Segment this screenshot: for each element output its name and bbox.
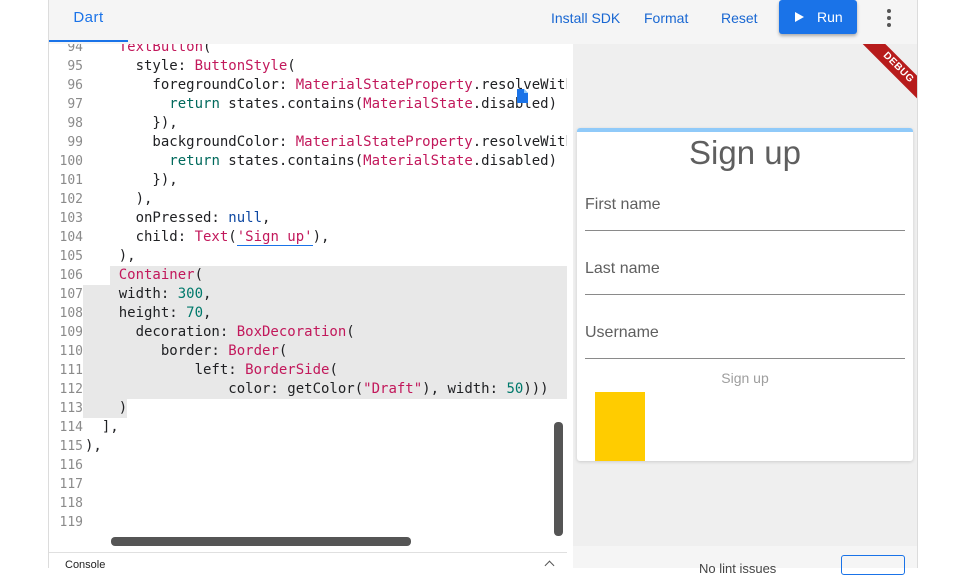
format-button[interactable]: Format bbox=[644, 8, 688, 28]
reset-button[interactable]: Reset bbox=[721, 8, 758, 28]
code-line: ), bbox=[85, 438, 102, 454]
signup-button[interactable]: Sign up bbox=[577, 370, 913, 386]
footer-button[interactable] bbox=[841, 555, 905, 575]
line-number: 119 bbox=[59, 515, 83, 530]
code-line: ], bbox=[85, 419, 119, 435]
code-line: height: 70, bbox=[85, 305, 212, 321]
line-number: 105 bbox=[59, 249, 83, 264]
username-label: Username bbox=[585, 324, 659, 341]
line-number: 104 bbox=[59, 230, 83, 245]
line-number: 99 bbox=[67, 135, 83, 150]
line-number: 94 bbox=[67, 44, 83, 55]
run-button[interactable]: Run bbox=[779, 0, 857, 34]
line-number: 98 bbox=[67, 116, 83, 131]
line-number: 108 bbox=[59, 306, 83, 321]
last-name-label: Last name bbox=[585, 260, 660, 277]
signup-card: Sign up First name Last name Username Si… bbox=[577, 128, 913, 461]
debug-banner: DEBUG bbox=[853, 44, 917, 113]
line-number: 118 bbox=[59, 496, 83, 511]
line-number: 115 bbox=[59, 439, 83, 454]
line-number: 100 bbox=[59, 154, 83, 169]
code-line: return states.contains(MaterialState.dis… bbox=[169, 96, 567, 112]
code-line: foregroundColor: MaterialStateProperty.r… bbox=[85, 77, 567, 93]
chevron-up-icon[interactable] bbox=[544, 560, 555, 571]
line-number: 116 bbox=[59, 458, 83, 473]
toolbar: Dart Install SDK Format Reset Run bbox=[49, 0, 917, 44]
line-number: 96 bbox=[67, 78, 83, 93]
line-number: 103 bbox=[59, 211, 83, 226]
line-number: 102 bbox=[59, 192, 83, 207]
app-preview: DEBUG Sign up First name Last name Usern… bbox=[573, 44, 917, 546]
code-line: return states.contains(MaterialState.dis… bbox=[169, 153, 567, 169]
code-line: width: 300, bbox=[85, 286, 212, 302]
code-line: }), bbox=[85, 172, 178, 188]
line-number: 95 bbox=[67, 59, 83, 74]
code-line: ), bbox=[85, 248, 136, 264]
line-number: 117 bbox=[59, 477, 83, 492]
line-number: 109 bbox=[59, 325, 83, 340]
code-line: onPressed: null, bbox=[85, 210, 271, 226]
code-line: ), bbox=[85, 191, 153, 207]
line-number: 106 bbox=[59, 268, 83, 283]
last-name-field[interactable]: Last name bbox=[585, 254, 905, 295]
console-panel: Console bbox=[49, 552, 567, 571]
code-line: border: Border( bbox=[85, 343, 288, 359]
code-line: TextButton( bbox=[118, 44, 212, 55]
install-sdk-button[interactable]: Install SDK bbox=[551, 8, 620, 28]
line-number: 113 bbox=[59, 401, 83, 416]
code-line: backgroundColor: MaterialStateProperty.r… bbox=[85, 134, 567, 150]
progress-bar bbox=[577, 128, 913, 132]
line-number: 101 bbox=[59, 173, 83, 188]
draft-color-box bbox=[595, 392, 645, 461]
first-name-label: First name bbox=[585, 196, 661, 213]
code-line: color: getColor("Draft"), width: 50))) bbox=[85, 381, 549, 397]
line-number: 110 bbox=[59, 344, 83, 359]
line-number: 111 bbox=[59, 363, 83, 378]
code-editor[interactable]: 94 95 96 97 98 99 100 101 102 103 104 10… bbox=[49, 44, 567, 546]
code-line: decoration: BoxDecoration( bbox=[85, 324, 355, 340]
code-line: Container( bbox=[118, 267, 204, 283]
line-number-gutter: 94 95 96 97 98 99 100 101 102 103 104 10… bbox=[49, 44, 83, 546]
run-label: Run bbox=[817, 9, 843, 25]
tab-dart[interactable]: Dart bbox=[49, 0, 128, 42]
vertical-scrollbar[interactable] bbox=[554, 422, 563, 536]
line-number: 107 bbox=[59, 287, 83, 302]
preview-footer: No lint issues bbox=[573, 546, 917, 576]
signup-title: Sign up bbox=[689, 134, 801, 171]
code-line: ) bbox=[85, 400, 128, 416]
lint-status: No lint issues bbox=[699, 561, 777, 576]
horizontal-scrollbar[interactable] bbox=[111, 537, 411, 546]
code-line: }), bbox=[85, 115, 178, 131]
line-number: 112 bbox=[59, 382, 83, 397]
play-icon bbox=[795, 12, 804, 22]
first-name-field[interactable]: First name bbox=[585, 190, 905, 231]
line-number: 97 bbox=[67, 97, 83, 112]
file-icon bbox=[517, 89, 528, 103]
more-vert-icon[interactable] bbox=[883, 8, 895, 28]
line-number: 114 bbox=[59, 420, 83, 435]
code-line: child: Text('Sign up'), bbox=[85, 229, 330, 246]
code-line: left: BorderSide( bbox=[85, 362, 338, 378]
console-title: Console bbox=[65, 559, 106, 571]
code-line: style: ButtonStyle( bbox=[85, 58, 296, 74]
username-field[interactable]: Username bbox=[585, 318, 905, 359]
